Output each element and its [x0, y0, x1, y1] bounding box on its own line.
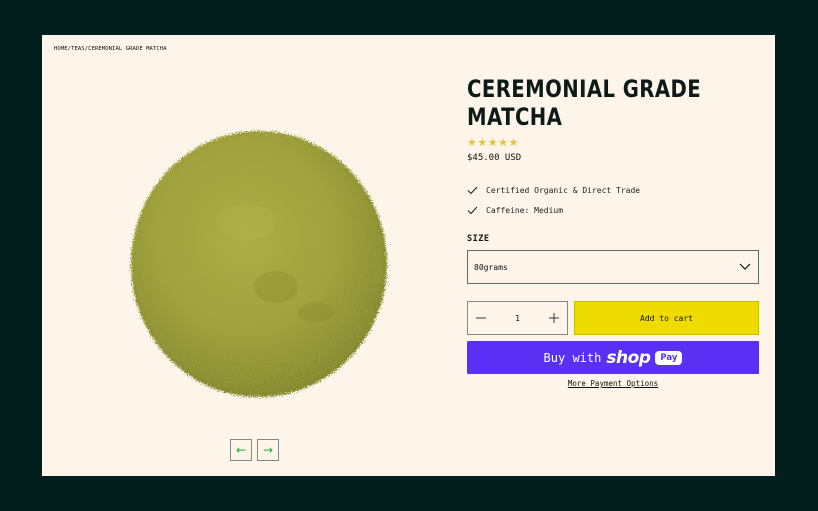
product-info: CEREMONIAL GRADE MATCHA ★★★★★ $45.00 USD… [467, 75, 759, 388]
product-price: $45.00 USD [467, 153, 522, 163]
checkmark-icon [467, 184, 479, 196]
buy-with-shop-pay-button[interactable]: Buy with shop Pay [467, 341, 759, 374]
product-image [131, 131, 387, 397]
next-image-button[interactable]: → [257, 439, 279, 461]
shop-logo: shop [606, 347, 651, 368]
feature-item: Caffeine: Medium [467, 200, 759, 220]
minus-icon [476, 317, 486, 319]
arrow-right-icon: → [262, 443, 274, 457]
rating-stars-icon[interactable]: ★★★★★ [467, 136, 759, 149]
buy-with-label: Buy with [543, 350, 602, 365]
quantity-stepper: 1 [467, 301, 568, 335]
prev-image-button[interactable]: ← [230, 439, 252, 461]
increase-quantity-button[interactable] [547, 311, 561, 325]
breadcrumb-teas-link[interactable]: TEAS [71, 46, 85, 52]
product-title: CEREMONIAL GRADE MATCHA [467, 75, 702, 131]
more-payment-options-link[interactable]: More Payment Options [467, 379, 759, 388]
breadcrumb: HOME/TEAS/CEREMONIAL GRADE MATCHA [54, 46, 167, 52]
size-selected-value: 80grams [474, 262, 508, 272]
arrow-left-icon: ← [235, 443, 247, 457]
add-to-cart-button[interactable]: Add to cart [574, 301, 759, 335]
size-select[interactable]: 80grams [467, 250, 759, 284]
size-label: SIZE [467, 234, 490, 244]
plus-icon [548, 313, 559, 323]
purchase-row: 1 Add to cart [467, 301, 759, 335]
checkmark-icon [467, 204, 479, 216]
gallery-controls: ← → [230, 439, 279, 461]
feature-item: Certified Organic & Direct Trade [467, 180, 759, 200]
decrease-quantity-button[interactable] [474, 311, 488, 325]
breadcrumb-current: CEREMONIAL GRADE MATCHA [88, 46, 167, 52]
quantity-value[interactable]: 1 [515, 314, 520, 323]
product-page: HOME/TEAS/CEREMONIAL GRADE MATCHA ← → CE… [42, 35, 775, 476]
pay-badge: Pay [655, 350, 683, 365]
chevron-down-icon [739, 263, 751, 272]
breadcrumb-home-link[interactable]: HOME [54, 46, 68, 52]
feature-list: Certified Organic & Direct Trade Caffein… [467, 180, 759, 220]
